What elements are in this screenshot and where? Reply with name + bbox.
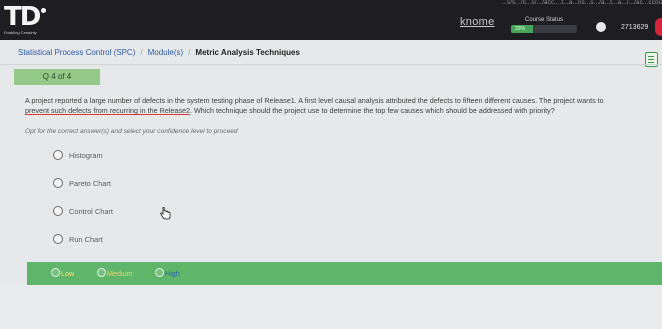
radio-button[interactable]: [53, 206, 63, 216]
breadcrumb-separator: /: [188, 48, 191, 57]
user-icon[interactable]: [596, 22, 606, 32]
breadcrumb-item-modules[interactable]: Module(s): [148, 48, 184, 57]
logo-dot: [41, 8, 46, 13]
breadcrumb-item-current: Metric Analysis Techniques: [195, 48, 300, 57]
question-text-line2: . Which technique should the project use…: [190, 106, 555, 115]
user-id: 2713629: [621, 24, 649, 31]
question-text-line1: A project reported a large number of def…: [25, 96, 604, 105]
confidence-label-medium: Medium: [107, 269, 133, 278]
question-text-emphasis: prevent such defects from recurring in t…: [25, 106, 190, 115]
radio-button[interactable]: [51, 268, 60, 277]
confidence-label-high: High: [165, 269, 180, 278]
logo-tagline: Enabling Certainty: [4, 30, 37, 35]
question-text: A project reported a large number of def…: [25, 96, 662, 116]
breadcrumb-item-spc[interactable]: Statistical Process Control (SPC): [18, 48, 135, 57]
course-progress-text: 33%: [515, 26, 526, 32]
cursor-hand-icon: [160, 207, 171, 220]
answer-option-label: Run Chart: [69, 235, 103, 244]
radio-button[interactable]: [53, 178, 63, 188]
radio-button[interactable]: [155, 268, 164, 277]
answer-option-label: Control Chart: [69, 207, 113, 216]
radio-button[interactable]: [53, 150, 63, 160]
radio-button[interactable]: [53, 234, 63, 244]
breadcrumb-separator: /: [140, 48, 143, 57]
answer-option-label: Pareto Chart: [69, 179, 111, 188]
course-status: Course Status 33%: [511, 17, 577, 33]
alert-badge[interactable]: [655, 18, 662, 36]
answer-instruction: Opt for the correct answer(s) and select…: [25, 128, 238, 135]
page-bottom: [0, 285, 662, 329]
radio-button[interactable]: [97, 268, 106, 277]
question-counter: Q 4 of 4: [14, 69, 100, 85]
answer-option-label: Histogram: [69, 151, 103, 160]
confidence-label-low: Low: [61, 269, 75, 278]
course-status-label: Course Status: [524, 17, 564, 23]
td-logo[interactable]: TD Enabling Certainty: [4, 4, 50, 36]
knome-link[interactable]: knome: [460, 16, 495, 28]
breadcrumb: Statistical Process Control (SPC) / Module…: [18, 48, 300, 57]
confidence-level-bar: Low Medium High: [27, 262, 662, 285]
page-divider: [0, 64, 662, 65]
browser-url-fragment: ...s/s.../s...s/.../acc....t...a...ns...…: [501, 0, 662, 6]
top-bar: TD Enabling Certainty ...s/s.../s...s/..…: [0, 0, 662, 40]
course-progress-bar: 33%: [511, 25, 577, 33]
